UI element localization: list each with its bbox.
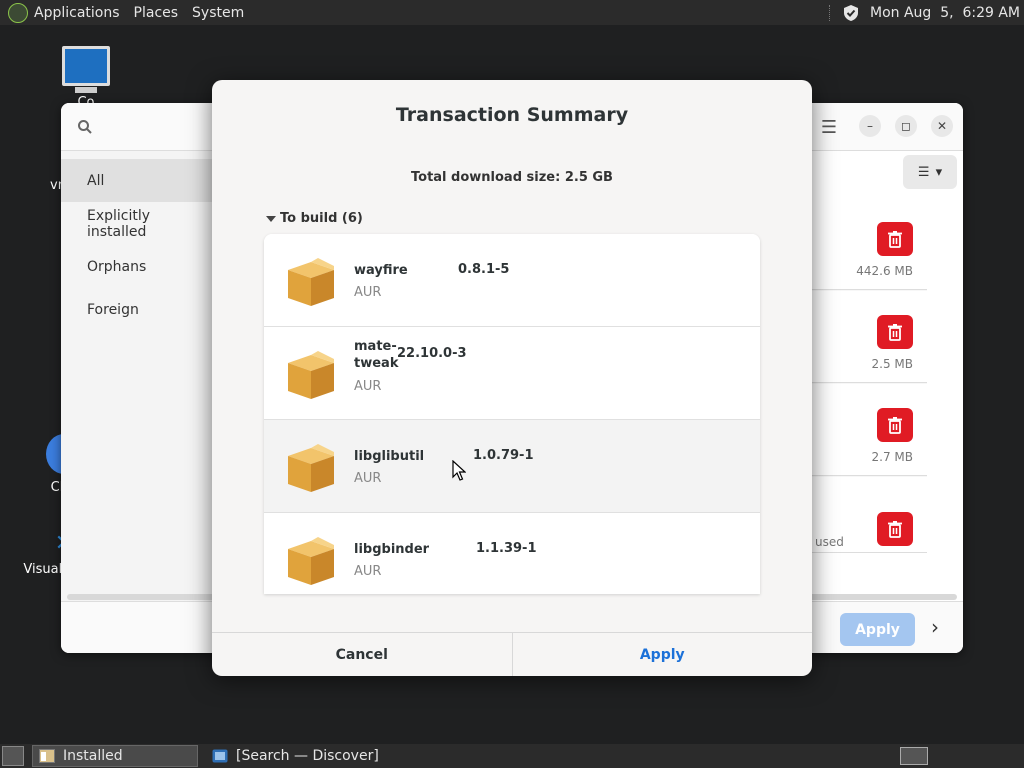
package-size: used	[815, 535, 844, 549]
menu-applications[interactable]: Applications	[34, 5, 120, 21]
list-item[interactable]: libgbinder 1.1.39-1 AUR	[264, 513, 760, 594]
package-name: libglibutil	[354, 449, 425, 464]
taskbar: Installed [Search — Discover]	[0, 744, 1024, 768]
remove-button[interactable]	[877, 512, 913, 546]
close-button[interactable]: ✕	[931, 115, 953, 137]
dialog-title: Transaction Summary	[395, 104, 629, 126]
list-item[interactable]: 2.7 MB	[812, 384, 927, 476]
taskbar-item-label: [Search — Discover]	[236, 748, 379, 764]
package-version: 1.0.79-1	[473, 448, 534, 463]
menu-system[interactable]: System	[192, 5, 244, 21]
top-panel: Applications Places System Mon Aug 5, 6:…	[0, 0, 1024, 25]
trash-icon	[888, 231, 902, 248]
package-size: 2.5 MB	[871, 357, 913, 371]
download-size: Total download size: 2.5 GB	[411, 170, 613, 185]
apply-button[interactable]: Apply	[513, 633, 813, 676]
chevron-right-icon[interactable]: ›	[931, 615, 939, 639]
list-item[interactable]: mate-tweak 22.10.0-3 AUR	[264, 327, 760, 420]
package-name: libgbinder	[354, 542, 430, 557]
remove-button[interactable]	[877, 222, 913, 256]
package-box-icon	[288, 444, 334, 492]
trash-icon	[888, 417, 902, 434]
caret-down-icon	[266, 215, 276, 222]
sidebar-item-label: All	[87, 172, 105, 189]
transaction-summary-dialog: Transaction Summary Total download size:…	[212, 80, 812, 676]
sidebar-item-label: Foreign	[87, 301, 139, 318]
taskbar-item-label: Installed	[63, 748, 123, 764]
desktop-icon-computer[interactable]: Co	[62, 46, 110, 110]
package-repo: AUR	[354, 285, 382, 300]
package-list: wayfire 0.8.1-5 AUR mate-tweak 22.10.0-3…	[264, 234, 760, 594]
chevron-down-icon: ▾	[935, 164, 943, 180]
package-version: 1.1.39-1	[476, 541, 537, 556]
package-size: 442.6 MB	[856, 264, 913, 278]
package-name: mate-tweak	[354, 339, 399, 371]
package-box-icon	[288, 351, 334, 399]
sidebar-item-orphans[interactable]: Orphans	[61, 245, 212, 288]
view-mode-button[interactable]: ☰ ▾	[903, 155, 957, 189]
sidebar: All Explicitly installed Orphans Foreign	[61, 151, 212, 601]
minimize-button[interactable]: –	[859, 115, 881, 137]
discover-app-icon	[212, 749, 228, 763]
section-toggle-to-build[interactable]: To build (6)	[266, 211, 363, 226]
search-icon	[78, 120, 92, 134]
list-item[interactable]: used	[812, 477, 927, 553]
trash-icon	[888, 324, 902, 341]
section-label: To build (6)	[280, 211, 363, 226]
package-box-icon	[288, 537, 334, 585]
maximize-button[interactable]: ◻	[895, 115, 917, 137]
list-item[interactable]: 2.5 MB	[812, 291, 927, 383]
show-desktop-icon[interactable]	[2, 746, 24, 766]
sidebar-item-all[interactable]: All	[61, 159, 212, 202]
package-version: 0.8.1-5	[458, 262, 510, 277]
package-repo: AUR	[354, 564, 382, 579]
menu-places[interactable]: Places	[134, 5, 179, 21]
workspace-switcher[interactable]	[900, 747, 928, 765]
search-button[interactable]	[71, 113, 99, 141]
list-item[interactable]: libglibutil 1.0.79-1 AUR	[264, 420, 760, 513]
sidebar-item-explicitly-installed[interactable]: Explicitly installed	[61, 202, 212, 245]
window-list-icon	[39, 749, 55, 763]
computer-icon	[62, 46, 110, 86]
remove-button[interactable]	[877, 408, 913, 442]
package-repo: AUR	[354, 379, 382, 394]
shield-check-icon[interactable]	[842, 4, 860, 22]
sidebar-item-label: Orphans	[87, 258, 147, 275]
installed-package-list: 442.6 MB 2.5 MB 2.7 MB used	[812, 198, 927, 553]
list-item[interactable]: wayfire 0.8.1-5 AUR	[264, 234, 760, 327]
clock[interactable]: Mon Aug 5, 6:29 AM	[870, 5, 1020, 21]
taskbar-item-installed[interactable]: Installed	[32, 745, 198, 767]
sidebar-item-foreign[interactable]: Foreign	[61, 288, 212, 331]
package-repo: AUR	[354, 471, 382, 486]
trash-icon	[888, 521, 902, 538]
taskbar-item-discover[interactable]: [Search — Discover]	[206, 745, 379, 767]
package-box-icon	[288, 258, 334, 306]
cancel-button[interactable]: Cancel	[212, 633, 513, 676]
mate-logo-icon[interactable]	[8, 2, 28, 23]
hamburger-menu-icon[interactable]: ☰	[821, 117, 837, 138]
remove-button[interactable]	[877, 315, 913, 349]
mouse-cursor-icon	[452, 460, 466, 481]
package-size: 2.7 MB	[871, 450, 913, 464]
sidebar-item-label: Explicitly installed	[87, 207, 151, 240]
list-item[interactable]: 442.6 MB	[812, 198, 927, 290]
apply-button[interactable]: Apply	[840, 613, 915, 646]
package-version: 22.10.0-3	[397, 346, 467, 361]
dialog-footer: Cancel Apply	[212, 632, 812, 676]
list-view-icon: ☰	[917, 164, 930, 180]
panel-separator	[828, 4, 832, 21]
package-name: wayfire	[354, 263, 408, 278]
